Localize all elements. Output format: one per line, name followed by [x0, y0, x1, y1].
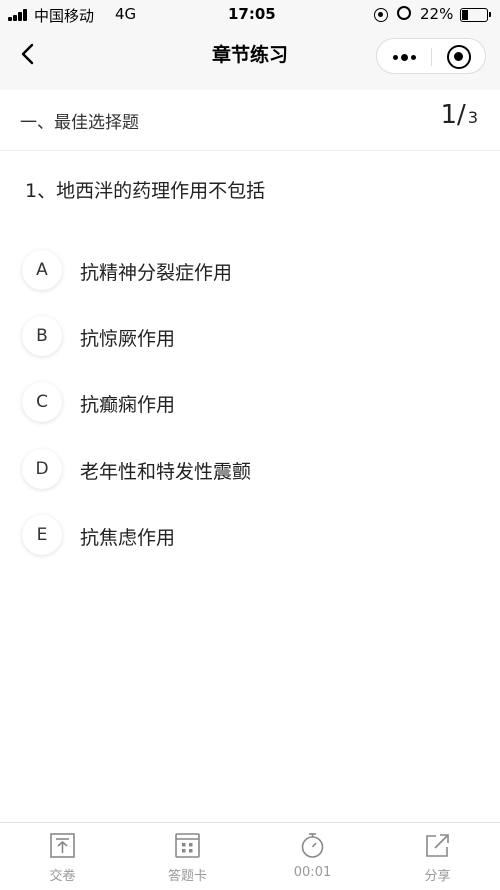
option-b[interactable]: B 抗惊厥作用: [22, 316, 462, 360]
alarm-icon: [397, 6, 411, 20]
option-letter: A: [22, 250, 62, 290]
status-bar: 中国移动 4G 17:05 22%: [0, 0, 500, 30]
counter-current: 1: [440, 100, 458, 130]
option-text: 抗惊厥作用: [80, 328, 176, 350]
option-text: 抗焦虑作用: [80, 527, 176, 549]
option-text: 抗癫痫作用: [80, 394, 176, 416]
more-icon[interactable]: [387, 45, 423, 69]
counter-total: 3: [467, 108, 478, 127]
network-type: 4G: [115, 5, 137, 23]
option-a[interactable]: A 抗精神分裂症作用: [22, 250, 462, 294]
status-time: 17:05: [228, 5, 276, 23]
back-icon[interactable]: [18, 42, 40, 66]
battery-icon: [460, 8, 491, 22]
option-letter: E: [22, 515, 62, 555]
capsule-divider: [431, 48, 432, 66]
option-text: 抗精神分裂症作用: [80, 262, 233, 284]
close-icon[interactable]: [447, 45, 471, 69]
option-letter: C: [22, 382, 62, 422]
counter-separator: /: [457, 100, 466, 130]
submit-icon: [50, 833, 75, 858]
tab-label: 分享: [424, 869, 451, 884]
section-header: 一、最佳选择题 1/3: [0, 90, 500, 151]
answer-card-icon: [175, 833, 200, 858]
option-text: 老年性和特发性震颤: [80, 461, 252, 483]
tab-label: 答题卡: [167, 869, 207, 884]
main-content: 一、最佳选择题 1/3 1、地西泮的药理作用不包括 A 抗精神分裂症作用 B 抗…: [0, 90, 500, 822]
carrier-label: 中国移动: [34, 7, 95, 25]
option-e[interactable]: E 抗焦虑作用: [22, 515, 462, 559]
signal-icon: [8, 9, 30, 21]
submit-button[interactable]: 交卷: [0, 823, 125, 890]
timer-button[interactable]: 00:01: [250, 823, 375, 890]
tab-label: 交卷: [49, 869, 76, 884]
option-letter: B: [22, 316, 62, 356]
battery-percent: 22%: [420, 5, 454, 23]
share-icon: [426, 834, 449, 857]
section-title: 一、最佳选择题: [20, 113, 139, 133]
timer-label: 00:01: [293, 865, 332, 880]
orientation-lock-icon: [374, 8, 388, 22]
nav-bar: 章节练习: [0, 30, 500, 78]
answer-card-button[interactable]: 答题卡: [125, 823, 250, 890]
option-c[interactable]: C 抗癫痫作用: [22, 382, 462, 426]
mini-program-capsule: [376, 38, 486, 74]
bottom-toolbar: 交卷 答题卡 00:01 分享: [0, 822, 500, 890]
question-text: 1、地西泮的药理作用不包括: [25, 180, 266, 202]
question-counter: 1/3: [441, 100, 479, 130]
share-button[interactable]: 分享: [375, 823, 500, 890]
option-letter: D: [22, 449, 62, 489]
option-d[interactable]: D 老年性和特发性震颤: [22, 449, 462, 493]
stopwatch-icon: [301, 833, 324, 858]
